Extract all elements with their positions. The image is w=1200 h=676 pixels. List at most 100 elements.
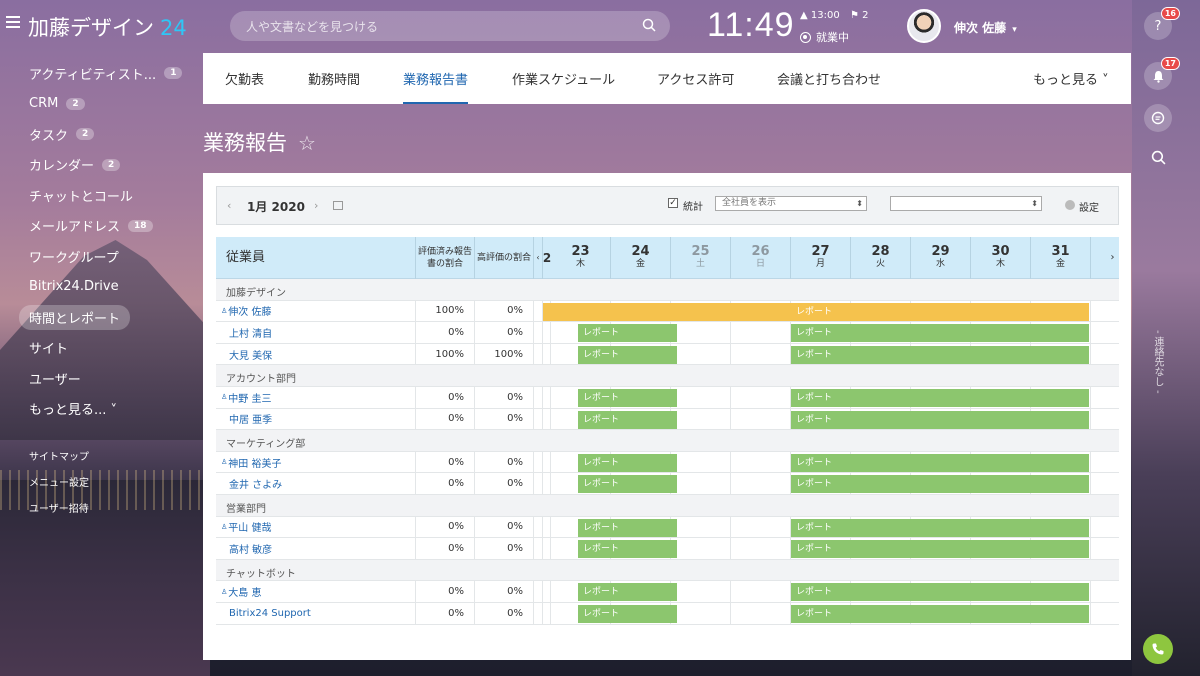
report-bar[interactable]: レポート xyxy=(578,388,677,407)
day-cell[interactable] xyxy=(543,322,551,343)
secondary-select[interactable] xyxy=(890,196,1042,211)
day-cell[interactable] xyxy=(731,322,791,343)
settings-link[interactable]: 設定 xyxy=(1079,199,1099,214)
day-cell[interactable] xyxy=(671,386,731,408)
day-cell[interactable] xyxy=(731,451,791,473)
day-cell[interactable] xyxy=(671,538,731,559)
day-cell[interactable] xyxy=(731,408,791,430)
employee-name-link[interactable]: 平山 健哉 xyxy=(228,519,271,534)
employee-name-link[interactable]: 伸次 佐藤 xyxy=(228,303,271,318)
sidebar-item[interactable]: ユーザー xyxy=(0,363,202,394)
day-cell[interactable] xyxy=(543,516,551,538)
sidebar-item[interactable]: CRM 2 xyxy=(0,89,202,120)
day-cell[interactable] xyxy=(671,602,731,624)
day-cell[interactable] xyxy=(731,581,791,602)
menu-toggle-icon[interactable] xyxy=(6,16,20,28)
report-bar[interactable]: レポート xyxy=(791,302,1089,321)
calendar-icon[interactable] xyxy=(333,201,343,210)
flag-indicator[interactable]: ⚑ 2 xyxy=(850,10,869,21)
day-cell[interactable] xyxy=(671,408,731,430)
tab[interactable]: 勤務時間 xyxy=(308,53,360,104)
sidebar-sub-item[interactable]: ユーザー招待 xyxy=(0,494,202,520)
day-cell[interactable] xyxy=(671,473,731,494)
right-search-button[interactable] xyxy=(1144,143,1172,171)
day-cell[interactable] xyxy=(543,408,551,430)
sidebar-item[interactable]: ワークグループ xyxy=(0,241,202,272)
prev-month-icon[interactable]: ‹ xyxy=(227,199,231,212)
report-bar[interactable]: レポート xyxy=(578,475,677,494)
day-cell[interactable] xyxy=(731,473,791,494)
help-button[interactable]: ? 16 xyxy=(1144,7,1180,40)
report-bar[interactable]: レポート xyxy=(578,345,677,364)
sidebar-item[interactable]: Bitrix24.Drive xyxy=(0,272,202,303)
day-cell[interactable] xyxy=(543,343,551,365)
sidebar-item[interactable]: アクティビティスト... 1 xyxy=(0,58,202,89)
day-cell[interactable] xyxy=(543,602,551,624)
chat-button[interactable] xyxy=(1144,104,1172,132)
day-cell[interactable] xyxy=(731,602,791,624)
star-icon[interactable]: ☆ xyxy=(298,131,316,155)
avatar[interactable] xyxy=(907,9,941,43)
day-cell[interactable] xyxy=(731,343,791,365)
day-cell[interactable] xyxy=(731,386,791,408)
sidebar-sub-item[interactable]: サイトマップ xyxy=(0,442,202,468)
sidebar-item[interactable]: 時間とレポート xyxy=(0,302,202,333)
user-menu[interactable]: 伸次 佐藤 ▾ xyxy=(954,19,1017,36)
report-bar[interactable]: レポート xyxy=(791,604,1089,623)
tab[interactable]: アクセス許可 xyxy=(657,53,734,104)
report-bar[interactable]: レポート xyxy=(791,540,1089,559)
sidebar-item[interactable]: タスク 2 xyxy=(0,119,202,150)
gear-icon[interactable] xyxy=(1065,200,1075,210)
report-bar[interactable]: レポート xyxy=(578,518,677,537)
sidebar-item[interactable]: カレンダー 2 xyxy=(0,150,202,181)
day-cell[interactable] xyxy=(671,322,731,343)
report-bar[interactable]: レポート xyxy=(791,475,1089,494)
report-bar[interactable]: レポート xyxy=(578,410,677,429)
work-status[interactable]: 就業中 xyxy=(800,29,849,45)
report-bar[interactable]: レポート xyxy=(578,604,677,623)
next-month-icon[interactable]: › xyxy=(314,199,318,212)
sidebar-item[interactable]: メールアドレス 18 xyxy=(0,211,202,242)
tab[interactable]: 会議と打ち合わせ xyxy=(777,53,881,104)
day-cell[interactable] xyxy=(671,581,731,602)
day-cell[interactable] xyxy=(543,473,551,494)
day-cell[interactable] xyxy=(543,581,551,602)
alarm-indicator[interactable]: ▲ 13:00 xyxy=(800,10,840,21)
day-cell[interactable] xyxy=(671,451,731,473)
sidebar-item[interactable]: チャットとコール xyxy=(0,180,202,211)
report-bar[interactable]: レポート xyxy=(791,410,1089,429)
employee-name-link[interactable]: 大見 美保 xyxy=(229,347,272,362)
day-cell[interactable] xyxy=(731,516,791,538)
tab[interactable]: 作業スケジュール xyxy=(512,53,615,104)
scroll-right-icon[interactable]: › xyxy=(1106,237,1119,279)
notifications-button[interactable]: 17 xyxy=(1144,57,1180,90)
report-bar[interactable]: レポート xyxy=(578,540,677,559)
tab[interactable]: もっと見る ˅ xyxy=(1033,53,1109,104)
phone-button[interactable] xyxy=(1143,634,1173,664)
day-cell[interactable] xyxy=(671,343,731,365)
day-cell[interactable] xyxy=(543,538,551,559)
report-bar[interactable]: レポート xyxy=(791,583,1089,602)
sidebar-item[interactable]: もっと見る... ˅ xyxy=(0,394,202,425)
stats-checkbox[interactable]: ✓ xyxy=(668,198,678,208)
employee-name-link[interactable]: 大島 恵 xyxy=(228,584,261,599)
search-box[interactable]: 人や文書などを見つける xyxy=(230,11,670,41)
tab[interactable]: 業務報告書 xyxy=(403,53,469,104)
clock[interactable]: 11:49 xyxy=(707,6,795,45)
employee-name-link[interactable]: 上村 清自 xyxy=(229,325,272,340)
employee-name-link[interactable]: 神田 裕美子 xyxy=(228,455,281,470)
report-bar[interactable]: レポート xyxy=(578,583,677,602)
employee-name-link[interactable]: 中居 亜季 xyxy=(229,411,272,426)
day-cell[interactable] xyxy=(671,516,731,538)
report-bar[interactable]: レポート xyxy=(578,453,677,472)
report-bar[interactable]: レポート xyxy=(578,324,677,343)
employee-select[interactable]: 全社員を表示 xyxy=(715,196,867,211)
employee-name-link[interactable]: Bitrix24 Support xyxy=(229,608,311,619)
report-bar[interactable]: レポート xyxy=(791,518,1089,537)
day-cell[interactable] xyxy=(543,386,551,408)
day-cell[interactable] xyxy=(731,538,791,559)
portal-logo[interactable]: 加藤デザイン 24 xyxy=(28,12,187,42)
employee-name-link[interactable]: 高村 敏彦 xyxy=(229,541,272,556)
scroll-left-icon[interactable]: ‹ xyxy=(534,237,543,279)
report-bar[interactable]: レポート xyxy=(791,345,1089,364)
